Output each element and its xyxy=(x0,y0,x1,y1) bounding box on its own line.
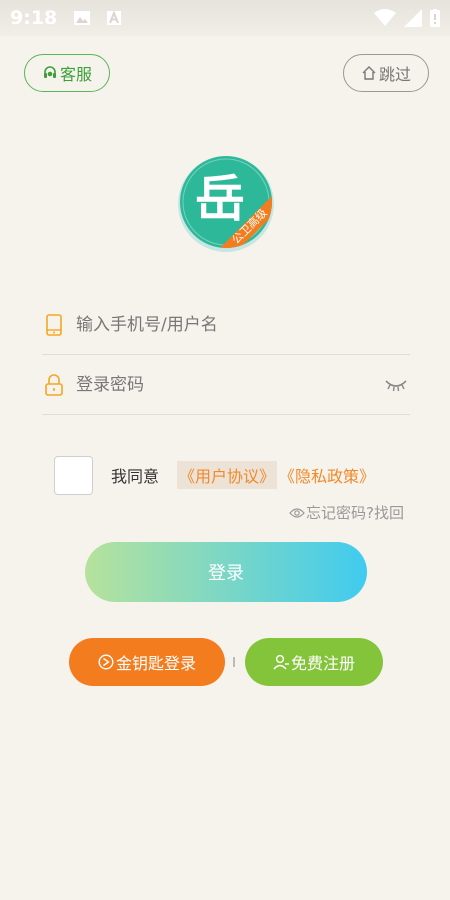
register-label: 免费注册 xyxy=(290,654,355,673)
headset-icon xyxy=(43,66,56,78)
user-add-icon xyxy=(273,654,289,670)
home-icon xyxy=(362,66,376,80)
login-button-label: 登录 xyxy=(208,563,244,584)
logo-graphic: 岳 公卫高级 xyxy=(178,156,274,252)
lock-icon xyxy=(45,373,63,396)
status-bar: 9:18 xyxy=(0,0,450,36)
agreement-prefix: 我同意 xyxy=(111,467,160,486)
customer-service-button[interactable]: 客服 xyxy=(24,54,110,92)
agreement-row: 我同意 《用户协议》 《隐私政策》 xyxy=(54,455,375,495)
a-notification-icon xyxy=(107,10,122,25)
golden-key-login-button[interactable]: 金钥匙登录 xyxy=(69,638,225,686)
key-circle-icon xyxy=(98,654,114,670)
forgot-password-label: 忘记密码?找回 xyxy=(306,504,404,522)
agreement-checkbox[interactable] xyxy=(54,455,93,495)
forgot-password-link[interactable]: 忘记密码?找回 xyxy=(289,502,404,523)
skip-label: 跳过 xyxy=(378,65,411,84)
register-button[interactable]: 免费注册 xyxy=(245,638,383,686)
user-agreement-link[interactable]: 《用户协议》 xyxy=(177,461,278,489)
phone-input[interactable] xyxy=(76,314,410,335)
login-button[interactable]: 登录 xyxy=(85,542,367,602)
battery-icon xyxy=(430,9,440,27)
wifi-icon xyxy=(374,9,396,26)
password-field-row xyxy=(42,355,410,415)
skip-button[interactable]: 跳过 xyxy=(343,54,429,92)
phone-field-row xyxy=(42,295,410,355)
status-time: 9:18 xyxy=(10,7,58,29)
golden-key-login-label: 金钥匙登录 xyxy=(115,654,196,673)
logo-glyph: 岳 xyxy=(195,170,245,228)
password-input[interactable] xyxy=(76,374,384,395)
image-notification-icon xyxy=(74,11,91,25)
divider xyxy=(233,657,235,667)
signal-icon xyxy=(404,9,422,27)
eye-closed-icon[interactable] xyxy=(384,378,408,392)
customer-service-label: 客服 xyxy=(59,65,92,84)
eye-icon xyxy=(289,507,305,518)
phone-icon xyxy=(46,313,62,336)
app-logo: 岳 公卫高级 xyxy=(176,152,276,252)
status-right xyxy=(374,9,440,27)
privacy-policy-link[interactable]: 《隐私政策》 xyxy=(279,463,375,487)
